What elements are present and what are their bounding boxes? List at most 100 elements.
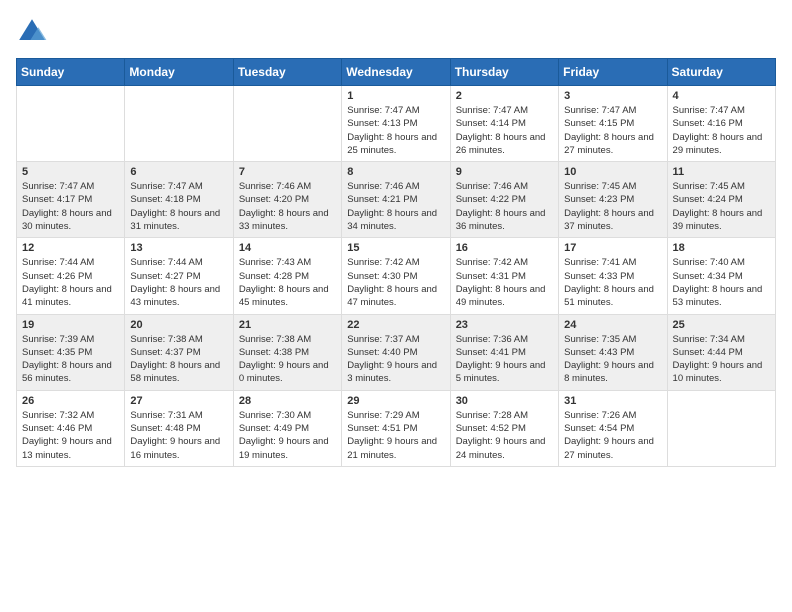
day-info: Sunrise: 7:44 AMSunset: 4:26 PMDaylight:…: [22, 256, 119, 309]
calendar-cell: 24 Sunrise: 7:35 AMSunset: 4:43 PMDayligh…: [559, 314, 667, 390]
day-info: Sunrise: 7:47 AMSunset: 4:17 PMDaylight:…: [22, 180, 119, 233]
calendar-cell: 26 Sunrise: 7:32 AMSunset: 4:46 PMDayligh…: [17, 390, 125, 466]
calendar-cell: 25 Sunrise: 7:34 AMSunset: 4:44 PMDayligh…: [667, 314, 775, 390]
day-number: 2: [456, 90, 553, 102]
day-info: Sunrise: 7:45 AMSunset: 4:23 PMDaylight:…: [564, 180, 661, 233]
day-info: Sunrise: 7:31 AMSunset: 4:48 PMDaylight:…: [130, 409, 227, 462]
calendar-week-row: 12 Sunrise: 7:44 AMSunset: 4:26 PMDayligh…: [17, 238, 776, 314]
calendar-cell: [17, 86, 125, 162]
day-info: Sunrise: 7:34 AMSunset: 4:44 PMDaylight:…: [673, 333, 770, 386]
day-number: 24: [564, 319, 661, 331]
calendar-cell: [667, 390, 775, 466]
day-number: 28: [239, 395, 336, 407]
day-info: Sunrise: 7:30 AMSunset: 4:49 PMDaylight:…: [239, 409, 336, 462]
day-info: Sunrise: 7:47 AMSunset: 4:13 PMDaylight:…: [347, 104, 444, 157]
day-number: 10: [564, 166, 661, 178]
calendar-cell: 15 Sunrise: 7:42 AMSunset: 4:30 PMDayligh…: [342, 238, 450, 314]
day-info: Sunrise: 7:35 AMSunset: 4:43 PMDaylight:…: [564, 333, 661, 386]
day-info: Sunrise: 7:26 AMSunset: 4:54 PMDaylight:…: [564, 409, 661, 462]
calendar-table: SundayMondayTuesdayWednesdayThursdayFrid…: [16, 58, 776, 467]
calendar-cell: 7 Sunrise: 7:46 AMSunset: 4:20 PMDaylight…: [233, 162, 341, 238]
day-number: 31: [564, 395, 661, 407]
calendar-cell: 5 Sunrise: 7:47 AMSunset: 4:17 PMDaylight…: [17, 162, 125, 238]
calendar-cell: 14 Sunrise: 7:43 AMSunset: 4:28 PMDayligh…: [233, 238, 341, 314]
day-number: 20: [130, 319, 227, 331]
calendar-cell: 17 Sunrise: 7:41 AMSunset: 4:33 PMDayligh…: [559, 238, 667, 314]
day-number: 30: [456, 395, 553, 407]
calendar-cell: 13 Sunrise: 7:44 AMSunset: 4:27 PMDayligh…: [125, 238, 233, 314]
calendar-cell: 4 Sunrise: 7:47 AMSunset: 4:16 PMDaylight…: [667, 86, 775, 162]
day-info: Sunrise: 7:47 AMSunset: 4:15 PMDaylight:…: [564, 104, 661, 157]
day-number: 26: [22, 395, 119, 407]
day-info: Sunrise: 7:36 AMSunset: 4:41 PMDaylight:…: [456, 333, 553, 386]
calendar-cell: 10 Sunrise: 7:45 AMSunset: 4:23 PMDayligh…: [559, 162, 667, 238]
day-number: 14: [239, 242, 336, 254]
calendar-cell: 6 Sunrise: 7:47 AMSunset: 4:18 PMDaylight…: [125, 162, 233, 238]
calendar-cell: [233, 86, 341, 162]
day-number: 23: [456, 319, 553, 331]
calendar-cell: 29Sunrise: 7:29 AMSunset: 4:51 PMDayligh…: [342, 390, 450, 466]
day-number: 1: [347, 90, 444, 102]
day-info: Sunrise: 7:46 AMSunset: 4:21 PMDaylight:…: [347, 180, 444, 233]
calendar-week-row: 26 Sunrise: 7:32 AMSunset: 4:46 PMDayligh…: [17, 390, 776, 466]
calendar-cell: 31 Sunrise: 7:26 AMSunset: 4:54 PMDayligh…: [559, 390, 667, 466]
day-number: 27: [130, 395, 227, 407]
day-number: 17: [564, 242, 661, 254]
calendar-cell: 21Sunrise: 7:38 AMSunset: 4:38 PMDayligh…: [233, 314, 341, 390]
day-info: Sunrise: 7:41 AMSunset: 4:33 PMDaylight:…: [564, 256, 661, 309]
day-info: Sunrise: 7:42 AMSunset: 4:30 PMDaylight:…: [347, 256, 444, 309]
day-info: Sunrise: 7:40 AMSunset: 4:34 PMDaylight:…: [673, 256, 770, 309]
calendar-cell: 12 Sunrise: 7:44 AMSunset: 4:26 PMDayligh…: [17, 238, 125, 314]
calendar-week-row: 5 Sunrise: 7:47 AMSunset: 4:17 PMDaylight…: [17, 162, 776, 238]
calendar-cell: 11 Sunrise: 7:45 AMSunset: 4:24 PMDayligh…: [667, 162, 775, 238]
day-info: Sunrise: 7:47 AMSunset: 4:18 PMDaylight:…: [130, 180, 227, 233]
day-info: Sunrise: 7:46 AMSunset: 4:22 PMDaylight:…: [456, 180, 553, 233]
calendar-cell: [125, 86, 233, 162]
logo-icon: [16, 16, 48, 48]
calendar-cell: 22Sunrise: 7:37 AMSunset: 4:40 PMDayligh…: [342, 314, 450, 390]
logo: [16, 16, 52, 48]
day-info: Sunrise: 7:42 AMSunset: 4:31 PMDaylight:…: [456, 256, 553, 309]
day-number: 4: [673, 90, 770, 102]
calendar-cell: 2 Sunrise: 7:47 AMSunset: 4:14 PMDaylight…: [450, 86, 558, 162]
day-info: Sunrise: 7:37 AMSunset: 4:40 PMDaylight:…: [347, 333, 444, 386]
day-number: 12: [22, 242, 119, 254]
calendar-cell: 27 Sunrise: 7:31 AMSunset: 4:48 PMDayligh…: [125, 390, 233, 466]
calendar-cell: 18 Sunrise: 7:40 AMSunset: 4:34 PMDayligh…: [667, 238, 775, 314]
calendar-cell: 23 Sunrise: 7:36 AMSunset: 4:41 PMDayligh…: [450, 314, 558, 390]
page-header: [16, 16, 776, 48]
calendar-weekday-header: Saturday: [667, 59, 775, 86]
day-number: 8: [347, 166, 444, 178]
day-number: 5: [22, 166, 119, 178]
day-info: Sunrise: 7:32 AMSunset: 4:46 PMDaylight:…: [22, 409, 119, 462]
calendar-cell: 1 Sunrise: 7:47 AMSunset: 4:13 PMDaylight…: [342, 86, 450, 162]
day-number: 18: [673, 242, 770, 254]
day-number: 11: [673, 166, 770, 178]
calendar-weekday-header: Tuesday: [233, 59, 341, 86]
day-info: Sunrise: 7:44 AMSunset: 4:27 PMDaylight:…: [130, 256, 227, 309]
calendar-cell: 9 Sunrise: 7:46 AMSunset: 4:22 PMDaylight…: [450, 162, 558, 238]
calendar-cell: 19Sunrise: 7:39 AMSunset: 4:35 PMDayligh…: [17, 314, 125, 390]
day-number: 9: [456, 166, 553, 178]
calendar-cell: 30Sunrise: 7:28 AMSunset: 4:52 PMDayligh…: [450, 390, 558, 466]
day-info: Sunrise: 7:47 AMSunset: 4:16 PMDaylight:…: [673, 104, 770, 157]
calendar-weekday-header: Thursday: [450, 59, 558, 86]
day-info: Sunrise: 7:47 AMSunset: 4:14 PMDaylight:…: [456, 104, 553, 157]
day-number: 16: [456, 242, 553, 254]
calendar-cell: 20 Sunrise: 7:38 AMSunset: 4:37 PMDayligh…: [125, 314, 233, 390]
day-info: Sunrise: 7:43 AMSunset: 4:28 PMDaylight:…: [239, 256, 336, 309]
day-number: 21: [239, 319, 336, 331]
day-number: 25: [673, 319, 770, 331]
day-number: 29: [347, 395, 444, 407]
calendar-cell: 8 Sunrise: 7:46 AMSunset: 4:21 PMDaylight…: [342, 162, 450, 238]
day-info: Sunrise: 7:38 AMSunset: 4:37 PMDaylight:…: [130, 333, 227, 386]
day-number: 15: [347, 242, 444, 254]
day-number: 13: [130, 242, 227, 254]
day-number: 6: [130, 166, 227, 178]
calendar-cell: 3Sunrise: 7:47 AMSunset: 4:15 PMDaylight…: [559, 86, 667, 162]
calendar-cell: 16 Sunrise: 7:42 AMSunset: 4:31 PMDayligh…: [450, 238, 558, 314]
day-number: 19: [22, 319, 119, 331]
day-info: Sunrise: 7:45 AMSunset: 4:24 PMDaylight:…: [673, 180, 770, 233]
day-number: 7: [239, 166, 336, 178]
day-info: Sunrise: 7:46 AMSunset: 4:20 PMDaylight:…: [239, 180, 336, 233]
